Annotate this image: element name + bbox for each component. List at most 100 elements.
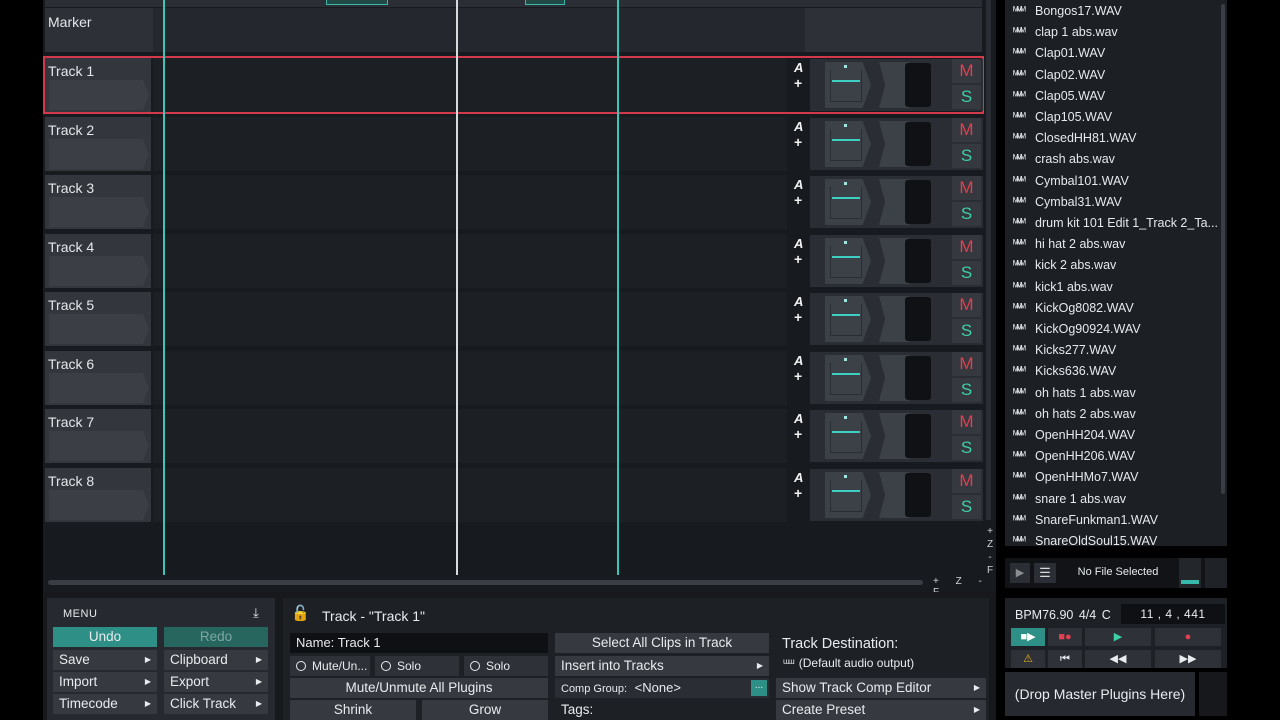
comp-group-more-button[interactable]: ...	[751, 680, 767, 696]
track-lane[interactable]	[153, 117, 787, 171]
rewind-icon[interactable]: ◀◀	[1085, 650, 1151, 668]
volume-pan-plugin[interactable]	[825, 121, 871, 167]
list-item[interactable]: ᴹᴹᴹ ClosedHH81.WAV	[1013, 128, 1136, 148]
record-icon[interactable]: ●	[1155, 628, 1221, 646]
skip-to-start-icon[interactable]: ⏮	[1048, 650, 1082, 668]
list-item[interactable]: ᴹᴹᴹ Clap02.WAV	[1013, 65, 1105, 85]
destination-select[interactable]: ᵚᵚ (Default audio output)	[783, 656, 914, 670]
import-button[interactable]: Import ▶	[53, 672, 157, 692]
track-row[interactable]: Track 4 A + M S	[45, 234, 983, 288]
add-plugin-button[interactable]: +	[794, 426, 802, 442]
add-plugin-button[interactable]: +	[794, 75, 802, 91]
list-item[interactable]: ᴹᴹᴹ Clap105.WAV	[1013, 107, 1112, 127]
list-item[interactable]: ᴹᴹᴹ kick1 abs.wav	[1013, 277, 1113, 297]
loop-play-icon[interactable]: ■▶	[1011, 628, 1045, 646]
solo-toggle[interactable]: Solo	[375, 656, 459, 676]
preview-volume-slider[interactable]	[1179, 558, 1201, 588]
list-item[interactable]: ᴹᴹᴹ Clap05.WAV	[1013, 86, 1105, 106]
list-item[interactable]: ᴹᴹᴹ oh hats 2 abs.wav	[1013, 404, 1136, 424]
track-header[interactable]: Track 2	[45, 117, 151, 171]
solo-button[interactable]: S	[952, 144, 981, 168]
click-track-button[interactable]: Click Track ▶	[164, 694, 268, 714]
tags-field[interactable]: Tags:	[555, 700, 769, 720]
fast-forward-icon[interactable]: ▶▶	[1155, 650, 1221, 668]
mute-button[interactable]: M	[952, 176, 981, 200]
list-item[interactable]: ᴹᴹᴹ Kicks636.WAV	[1013, 361, 1116, 381]
show-comp-editor-button[interactable]: Show Track Comp Editor ▶	[776, 678, 986, 698]
vertical-scrollbar[interactable]	[986, 0, 991, 520]
track-row[interactable]: Track 3 A + M S	[45, 175, 983, 229]
grow-button[interactable]: Grow	[422, 700, 548, 720]
mute-button[interactable]: M	[952, 118, 981, 142]
list-item[interactable]: ᴹᴹᴹ crash abs.wav	[1013, 149, 1115, 169]
mute-button[interactable]: M	[952, 293, 981, 317]
add-plugin-button[interactable]: +	[794, 192, 802, 208]
solo-isolate-toggle[interactable]: Solo Isolate	[464, 656, 548, 693]
track-header[interactable]: Track 3	[45, 175, 151, 229]
track-lane[interactable]	[153, 175, 787, 229]
track-header[interactable]: Track 4	[45, 234, 151, 288]
track-name-field[interactable]: Name: Track 1	[290, 633, 548, 653]
preview-play-icon[interactable]: ▶	[1010, 563, 1030, 583]
list-item[interactable]: ᴹᴹᴹ Cymbal31.WAV	[1013, 192, 1122, 212]
volume-pan-plugin[interactable]	[825, 296, 871, 342]
clip[interactable]	[525, 0, 565, 5]
mute-toggle[interactable]: Mute/Un...	[290, 656, 370, 676]
solo-button[interactable]: S	[952, 202, 981, 226]
volume-pan-plugin[interactable]	[825, 472, 871, 518]
track-lane[interactable]	[153, 292, 787, 346]
list-item[interactable]: ᴹᴹᴹ Clap01.WAV	[1013, 43, 1105, 63]
file-browser[interactable]: ᴹᴹᴹ Bongos17.WAV ᴹᴹᴹ clap 1 abs.wav ᴹᴹᴹ Clap0…	[1005, 0, 1227, 546]
solo-button[interactable]: S	[952, 436, 981, 460]
track-lane[interactable]	[153, 234, 787, 288]
redo-button[interactable]: Redo	[164, 627, 268, 647]
create-preset-button[interactable]: Create Preset ▶	[776, 700, 986, 720]
track-header[interactable]: Track 7	[45, 409, 151, 463]
timecode-button[interactable]: Timecode ▶	[53, 694, 157, 714]
list-item[interactable]: ᴹᴹᴹ OpenHHMo7.WAV	[1013, 467, 1139, 487]
shrink-button[interactable]: Shrink	[290, 700, 416, 720]
clipboard-button[interactable]: Clipboard ▶	[164, 650, 268, 670]
add-plugin-button[interactable]: +	[794, 485, 802, 501]
zoom-in-icon[interactable]: +	[985, 525, 995, 538]
loop-start-marker[interactable]	[163, 0, 165, 575]
solo-button[interactable]: S	[952, 319, 981, 343]
mute-button[interactable]: M	[952, 352, 981, 376]
track-lane[interactable]	[153, 468, 787, 522]
playhead[interactable]	[456, 0, 458, 575]
undo-button[interactable]: Undo	[53, 627, 157, 647]
list-item[interactable]: ᴹᴹᴹ SnareFunkman1.WAV	[1013, 510, 1158, 530]
volume-pan-plugin[interactable]	[825, 355, 871, 401]
marker-track[interactable]: Marker	[45, 8, 982, 52]
add-plugin-button[interactable]: +	[794, 368, 802, 384]
automation-button[interactable]: A	[794, 60, 803, 75]
download-icon[interactable]: ⤓	[253, 605, 259, 621]
solo-button[interactable]: S	[952, 378, 981, 402]
list-item[interactable]: ᴹᴹᴹ KickOg90924.WAV	[1013, 319, 1141, 339]
clip[interactable]	[326, 0, 388, 5]
browser-scrollbar[interactable]	[1221, 4, 1225, 494]
marker-lane[interactable]	[153, 8, 805, 52]
select-all-clips-button[interactable]: Select All Clips in Track	[555, 633, 769, 653]
volume-pan-plugin[interactable]	[825, 179, 871, 225]
list-item[interactable]: ᴹᴹᴹ SnareOldSoul15.WAV	[1013, 531, 1157, 546]
list-item[interactable]: ᴹᴹᴹ OpenHH206.WAV	[1013, 446, 1135, 466]
zoom-label[interactable]: Z	[985, 538, 995, 551]
mute-button[interactable]: M	[952, 59, 981, 83]
automation-button[interactable]: A	[794, 470, 803, 485]
solo-button[interactable]: S	[952, 261, 981, 285]
zoom-out-icon[interactable]: -	[985, 551, 995, 564]
automation-button[interactable]: A	[794, 353, 803, 368]
solo-button[interactable]: S	[952, 495, 981, 519]
mute-button[interactable]: M	[952, 469, 981, 493]
list-item[interactable]: ᴹᴹᴹ snare 1 abs.wav	[1013, 489, 1126, 509]
save-button[interactable]: Save ▶	[53, 650, 157, 670]
mute-button[interactable]: M	[952, 410, 981, 434]
list-icon[interactable]: ☰	[1034, 563, 1056, 583]
track-lane[interactable]	[153, 409, 787, 463]
tempo-display[interactable]: BPM76.90 4/4 C	[1015, 608, 1111, 622]
volume-pan-plugin[interactable]	[825, 62, 871, 108]
automation-button[interactable]: A	[794, 411, 803, 426]
mute-button[interactable]: M	[952, 235, 981, 259]
automation-button[interactable]: A	[794, 177, 803, 192]
